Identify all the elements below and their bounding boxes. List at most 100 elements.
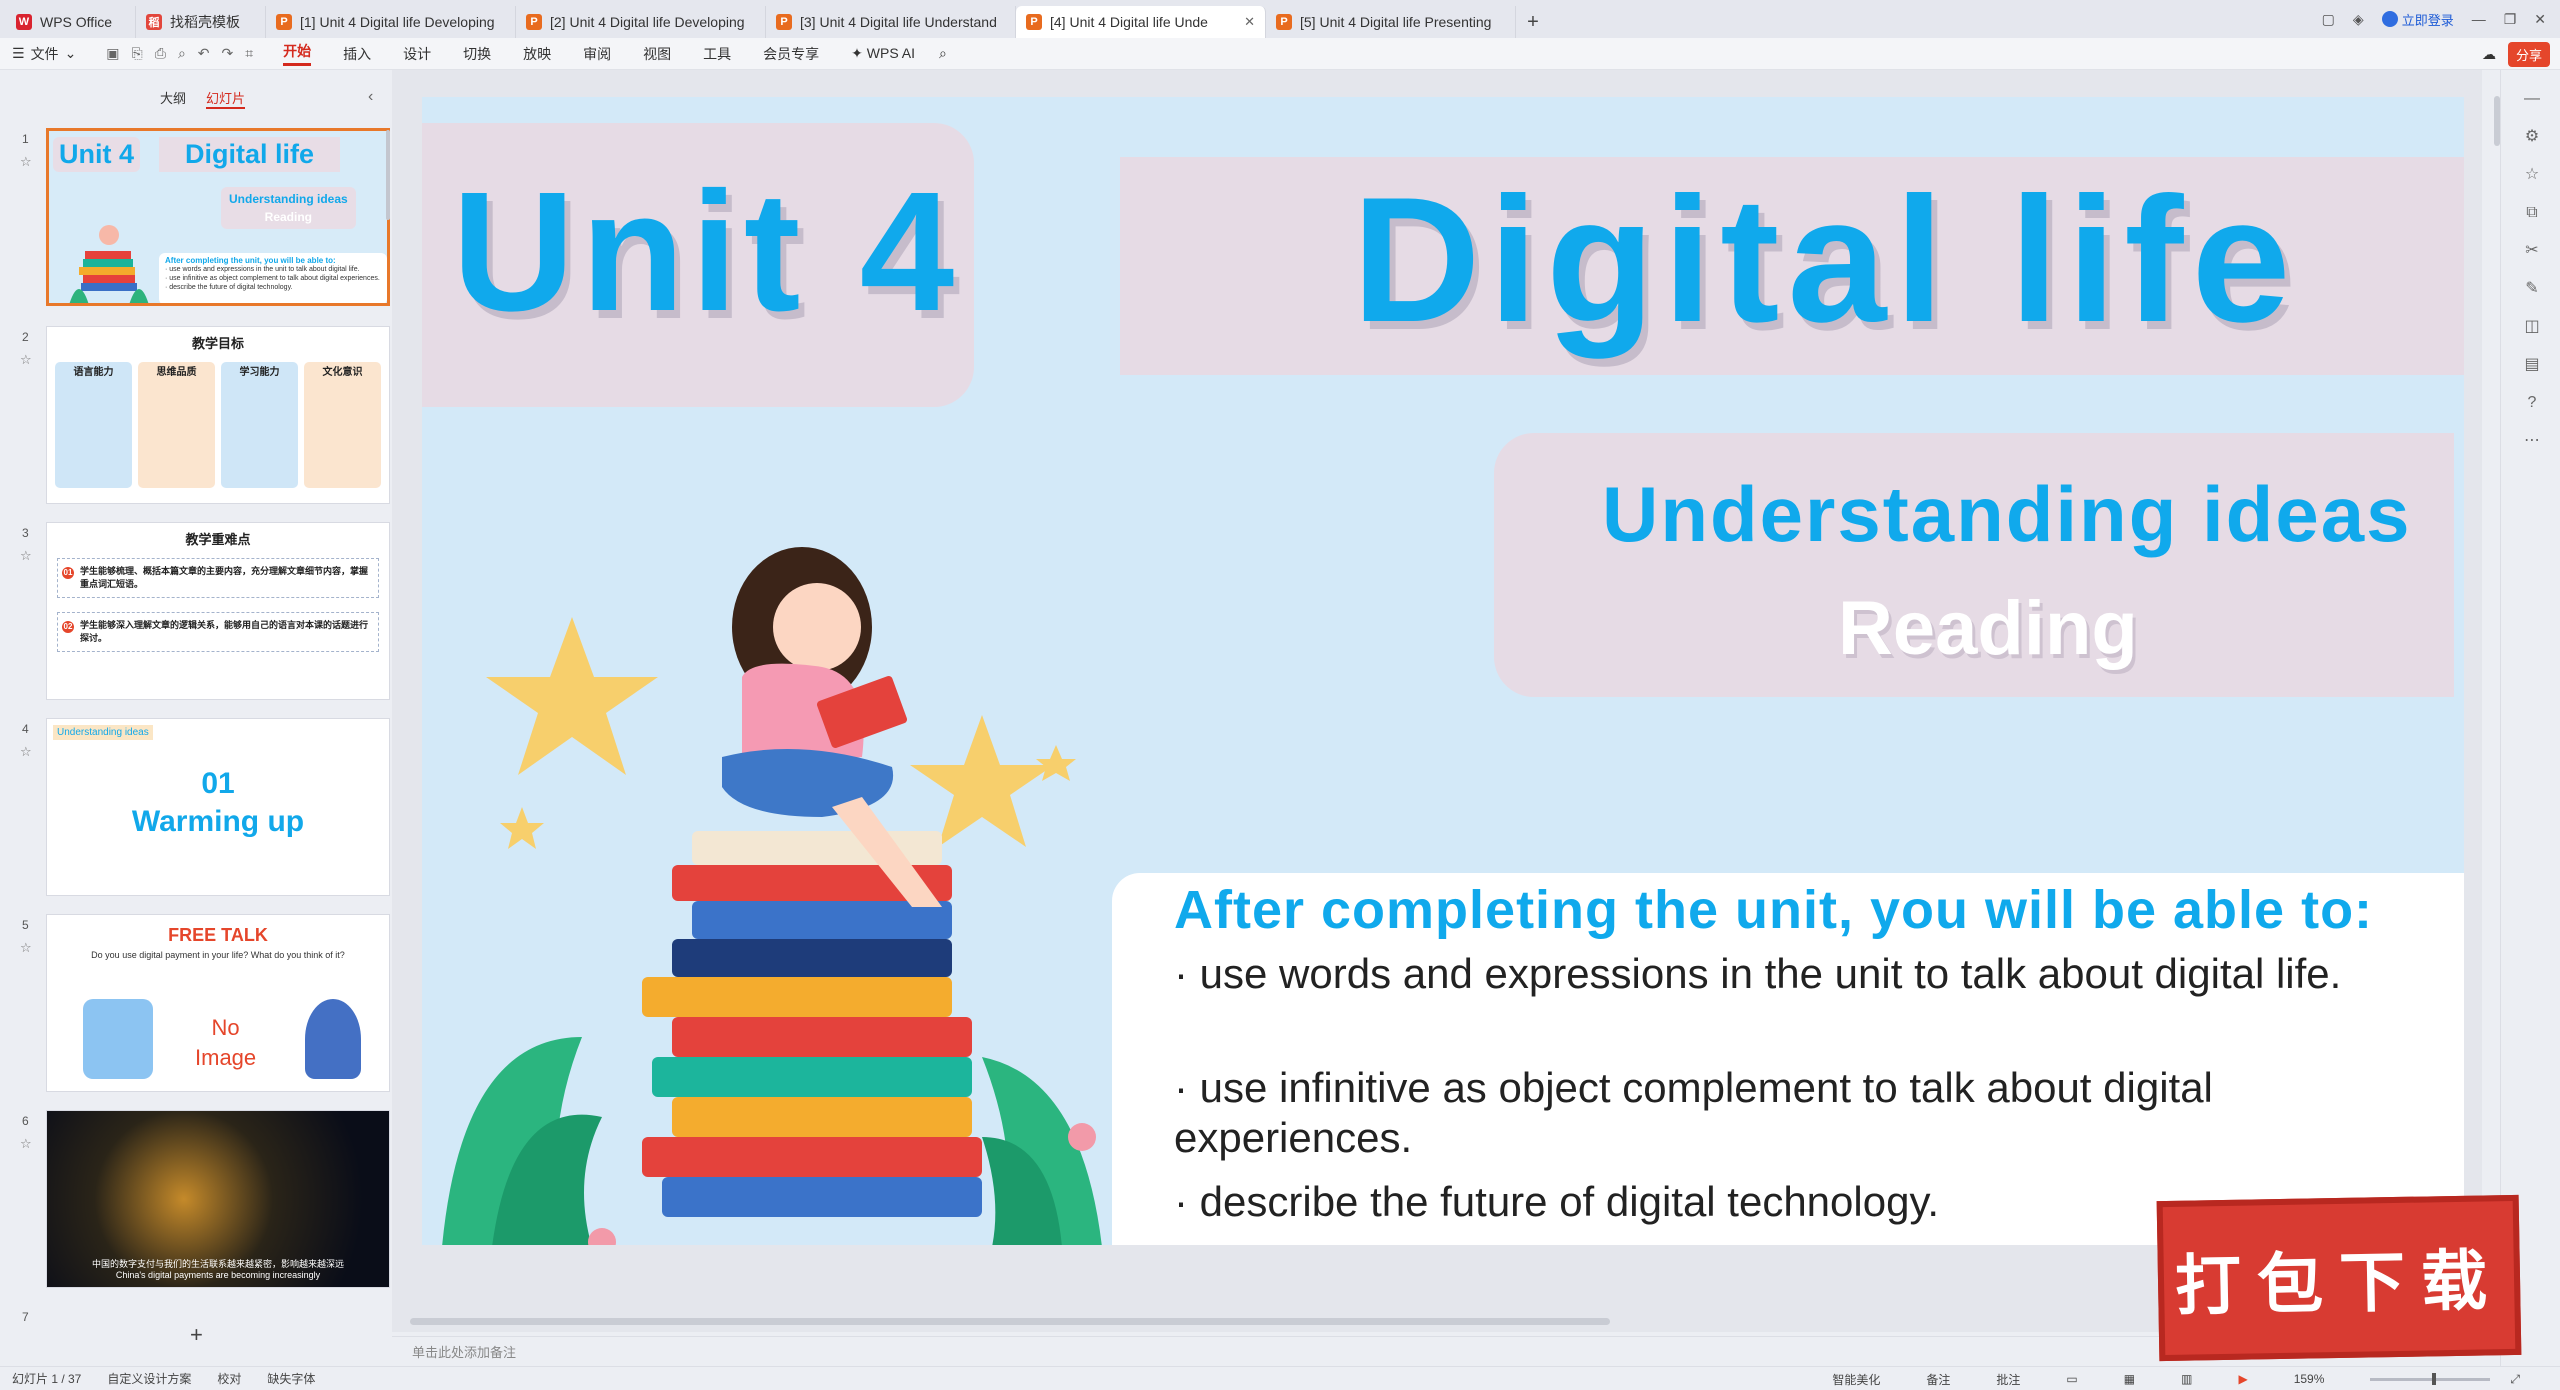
layout-icon[interactable]: ▢	[2322, 11, 2335, 28]
cloud-icon[interactable]: ☁	[2482, 46, 2496, 63]
tab-bar: W WPS Office 稻 找稻壳模板 P [1] Unit 4 Digita…	[0, 0, 2560, 38]
slide-canvas[interactable]: Unit 4 Digital life Understanding ideas …	[422, 97, 2464, 1245]
menu-transition[interactable]: 切换	[463, 44, 491, 64]
close-window-icon[interactable]: ✕	[2534, 11, 2546, 28]
design-scheme-button[interactable]: 自定义设计方案	[107, 1370, 191, 1387]
export-icon[interactable]: ⎘	[132, 45, 143, 62]
canvas-horizontal-scrollbar[interactable]	[410, 1318, 1610, 1325]
file-menu-button[interactable]: ☰ 文件 ⌄	[12, 44, 76, 64]
zoom-thumb[interactable]	[2432, 1372, 2437, 1385]
panel-scrollbar[interactable]	[386, 130, 390, 220]
slide-thumbnail[interactable]: Understanding ideas 01 Warming up	[46, 718, 390, 896]
tab-document-3[interactable]: P [3] Unit 4 Digital life Understand	[766, 6, 1016, 38]
slide-counter: 幻灯片 1 / 37	[12, 1372, 82, 1386]
cube-icon[interactable]: ◈	[2353, 11, 2364, 28]
tab-label: [3] Unit 4 Digital life Understand	[800, 14, 997, 30]
beautify-button[interactable]: 智能美化	[1832, 1371, 1880, 1388]
tools-icon[interactable]: ✂	[2523, 242, 2541, 260]
thumb-illustration	[69, 225, 149, 303]
download-stamp[interactable]: 打包下载	[2156, 1194, 2522, 1362]
redo-icon[interactable]: ↷	[222, 45, 234, 62]
print-icon[interactable]: ⎙	[155, 45, 166, 62]
thumb-caption: 中国的数字支付与我们的生活联系越来越紧密，影响越来越深远 China's dig…	[47, 1259, 389, 1281]
menu-member[interactable]: 会员专享	[763, 44, 819, 64]
goal-item[interactable]: · use infinitive as object complement to…	[1174, 1063, 2414, 1163]
slide-thumbnail[interactable]: FREE TALK Do you use digital payment in …	[46, 914, 390, 1092]
tab-outline[interactable]: 大纲	[160, 88, 186, 109]
tab-document-5[interactable]: P [5] Unit 4 Digital life Presenting	[1266, 6, 1516, 38]
star-icon[interactable]: ☆	[20, 1136, 32, 1152]
unit-heading[interactable]: Unit 4	[452, 167, 960, 337]
star-icon[interactable]: ☆	[20, 548, 32, 564]
slide-thumbnail[interactable]: 教学目标 语言能力 思维品质 学习能力 文化意识	[46, 326, 390, 504]
menu-insert[interactable]: 插入	[343, 44, 371, 64]
panel-tabs: 大纲 幻灯片	[160, 88, 246, 109]
comments-button[interactable]: 批注	[1996, 1371, 2020, 1388]
search-icon[interactable]: ⌕	[939, 45, 947, 62]
tab-slides[interactable]: 幻灯片	[206, 88, 246, 109]
undo-icon[interactable]: ↶	[198, 45, 210, 62]
menu-home[interactable]: 开始	[283, 41, 312, 66]
thumb-badge: Understanding ideas	[53, 725, 153, 740]
collapse-panel-icon[interactable]: ‹	[368, 88, 373, 106]
add-slide-button[interactable]: +	[190, 1322, 203, 1348]
star-icon[interactable]: ☆	[20, 154, 32, 170]
minus-icon[interactable]: —	[2523, 90, 2541, 108]
help-icon[interactable]: ?	[2523, 394, 2541, 412]
settings-icon[interactable]: ⚙	[2523, 128, 2541, 146]
preview-icon[interactable]: ⌕	[178, 45, 186, 62]
star-icon[interactable]: ☆	[20, 940, 32, 956]
goals-title[interactable]: After completing the unit, you will be a…	[1174, 879, 2373, 941]
save-icon[interactable]: ▣	[106, 45, 119, 62]
book-icon[interactable]: ▤	[2523, 356, 2541, 374]
restore-icon[interactable]: ❐	[2504, 11, 2517, 28]
slide-thumbnail[interactable]: Unit 4 Digital life Understanding ideas …	[46, 128, 390, 306]
sorter-view-icon[interactable]: ▦	[2124, 1372, 2135, 1386]
zoom-level[interactable]: 159%	[2294, 1372, 2325, 1386]
goal-item[interactable]: · use words and expressions in the unit …	[1174, 949, 2414, 999]
layers-icon[interactable]: ◫	[2523, 318, 2541, 336]
reading-view-icon[interactable]: ▥	[2181, 1372, 2192, 1386]
tab-document-4[interactable]: P [4] Unit 4 Digital life Unde ✕	[1016, 6, 1266, 38]
login-button[interactable]: 立即登录	[2381, 10, 2454, 29]
thumb-column: 语言能力	[55, 362, 132, 488]
wps-ai-button[interactable]: ✦ WPS AI	[851, 45, 915, 62]
menu-slideshow[interactable]: 放映	[523, 44, 551, 64]
section-label[interactable]: Reading	[1838, 585, 2138, 672]
new-tab-button[interactable]: +	[1516, 6, 1550, 38]
star-icon[interactable]: ☆	[20, 744, 32, 760]
slide-subtitle[interactable]: Understanding ideas	[1602, 469, 2411, 560]
fit-icon[interactable]: ⤢	[2510, 1372, 2520, 1387]
menu-tools[interactable]: 工具	[703, 44, 731, 64]
status-bar: 幻灯片 1 / 37 自定义设计方案 校对 缺失字体 智能美化 备注 批注 ▭ …	[0, 1366, 2560, 1390]
notes-button[interactable]: 备注	[1926, 1371, 1950, 1388]
tab-document-1[interactable]: P [1] Unit 4 Digital life Developing	[266, 6, 516, 38]
slide-title[interactable]: Digital life	[1352, 166, 2299, 354]
minimize-icon[interactable]: —	[2472, 11, 2486, 27]
play-icon[interactable]: ▶	[2238, 1372, 2247, 1386]
format-painter-icon[interactable]: ⌗	[245, 45, 253, 62]
star-icon[interactable]: ☆	[20, 352, 32, 368]
tab-label: [5] Unit 4 Digital life Presenting	[1300, 14, 1492, 30]
star-icon[interactable]: ☆	[2523, 166, 2541, 184]
menu-review[interactable]: 审阅	[583, 44, 611, 64]
tab-template[interactable]: 稻 找稻壳模板	[136, 6, 266, 38]
flower-shape	[1068, 1123, 1096, 1151]
share-button[interactable]: 分享	[2507, 42, 2550, 67]
tab-wps-office[interactable]: W WPS Office	[6, 6, 136, 38]
zoom-slider[interactable]	[2370, 1372, 2491, 1385]
slide-thumbnail[interactable]: 教学重难点 01 学生能够梳理、概括本篇文章的主要内容，充分理解文章细节内容，掌握…	[46, 522, 390, 700]
copy-icon[interactable]: ⧉	[2523, 204, 2541, 222]
slide-thumbnail[interactable]: 中国的数字支付与我们的生活联系越来越紧密，影响越来越深远 China's dig…	[46, 1110, 390, 1288]
more-icon[interactable]: ⋯	[2523, 432, 2541, 450]
close-icon[interactable]: ✕	[1244, 14, 1255, 30]
edit-icon[interactable]: ✎	[2523, 280, 2541, 298]
menu-design[interactable]: 设计	[403, 44, 431, 64]
hamburger-icon: ☰	[12, 45, 25, 61]
tab-document-2[interactable]: P [2] Unit 4 Digital life Developing	[516, 6, 766, 38]
normal-view-icon[interactable]: ▭	[2066, 1372, 2077, 1386]
phone-illustration	[83, 999, 153, 1079]
missing-font-button[interactable]: 缺失字体	[267, 1370, 315, 1387]
menu-view[interactable]: 视图	[643, 44, 671, 64]
proofread-button[interactable]: 校对	[217, 1370, 241, 1387]
